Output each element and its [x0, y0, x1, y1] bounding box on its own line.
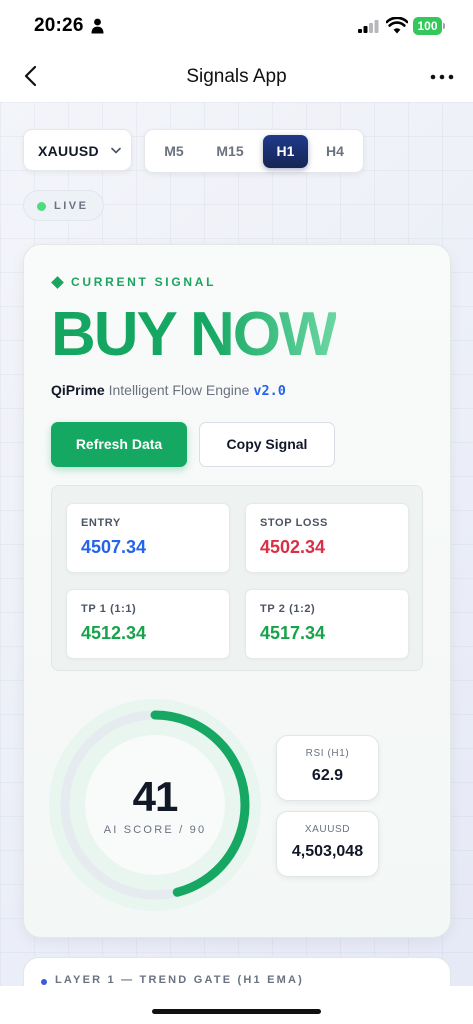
layer-card: LAYER 1 — TREND GATE (H1 EMA): [23, 957, 451, 986]
tab-timeframe-h1[interactable]: H1: [263, 135, 308, 168]
symbol-label: XAUUSD: [38, 143, 99, 159]
level-tile-tp2: TP 2 (1:2) 4517.34: [245, 589, 409, 659]
engine-brand: QiPrime: [51, 382, 105, 398]
signal-eyebrow: CURRENT SIGNAL: [71, 275, 217, 289]
stat-price: XAUUSD 4,503,048: [276, 811, 379, 877]
signal-headline: BUY NOW: [51, 300, 338, 369]
copy-signal-button[interactable]: Copy Signal: [199, 422, 335, 467]
signal-card: CURRENT SIGNAL BUY NOW QiPrime Intellige…: [23, 244, 451, 938]
more-horizontal-icon[interactable]: [430, 74, 454, 80]
status-bar: 20:26 100: [0, 0, 473, 52]
nav-bar: Signals App: [0, 52, 473, 102]
level-value-entry: 4507.34: [81, 537, 147, 557]
person-icon: [91, 18, 104, 34]
home-indicator[interactable]: [152, 1009, 321, 1014]
stat-label: RSI (H1): [305, 748, 350, 759]
live-dot-icon: [37, 202, 46, 211]
level-label: ENTRY: [81, 517, 121, 529]
stat-label: XAUUSD: [304, 824, 351, 835]
refresh-data-button[interactable]: Refresh Data: [51, 422, 187, 467]
engine-name: Intelligent Flow Engine: [108, 382, 250, 398]
engine-line: QiPrime Intelligent Flow Engine v2.0: [51, 382, 286, 399]
page-title: Signals App: [186, 66, 287, 87]
chevron-down-icon: [111, 147, 121, 154]
status-time: 20:26: [34, 15, 84, 36]
levels-panel: ENTRY 4507.34 STOP LOSS 4502.34 TP 1 (1:…: [51, 485, 423, 671]
level-label: TP 1 (1:1): [81, 603, 137, 615]
symbol-select[interactable]: XAUUSD: [23, 129, 132, 171]
level-tile-tp1: TP 1 (1:1) 4512.34: [66, 589, 230, 659]
screen: 20:26 100 Signals App XAUUSD M5 M15 H1 H…: [0, 0, 473, 1024]
level-value-tp2: 4517.34: [260, 623, 326, 643]
ai-score-value: 41: [132, 773, 179, 820]
battery-indicator: 100: [413, 17, 445, 35]
layer-dot-icon: [41, 979, 47, 985]
diamond-icon: [51, 276, 64, 289]
tab-timeframe-m15[interactable]: M15: [203, 135, 257, 168]
live-status-badge: LIVE: [23, 190, 104, 221]
battery-tip: [443, 23, 445, 29]
cellular-signal-icon: [358, 20, 379, 33]
ai-score-caption: AI SCORE / 90: [103, 824, 207, 836]
live-label: LIVE: [54, 200, 89, 212]
level-value-stop-loss: 4502.34: [260, 537, 326, 557]
stat-rsi: RSI (H1) 62.9: [276, 735, 379, 801]
level-label: STOP LOSS: [260, 517, 328, 529]
layer-title: LAYER 1 — TREND GATE (H1 EMA): [55, 974, 304, 986]
level-value-tp1: 4512.34: [81, 623, 147, 643]
level-label: TP 2 (1:2): [260, 603, 316, 615]
level-tile-stop-loss: STOP LOSS 4502.34: [245, 503, 409, 573]
wifi-icon: [386, 17, 408, 34]
stat-value-price: 4,503,048: [291, 843, 364, 860]
stat-value-rsi: 62.9: [311, 767, 344, 784]
ai-score-gauge: 41 AI SCORE / 90: [47, 697, 263, 913]
home-area: [0, 986, 473, 1024]
level-tile-entry: ENTRY 4507.34: [66, 503, 230, 573]
tab-timeframe-h4[interactable]: H4: [312, 135, 358, 168]
battery-level: 100: [413, 17, 442, 35]
tab-timeframe-m5[interactable]: M5: [151, 135, 197, 168]
content-area: XAUUSD M5 M15 H1 H4 LIVE CURRENT SIGNAL …: [0, 102, 473, 986]
engine-version: v2.0: [253, 383, 286, 399]
timeframe-selector: M5 M15 H1 H4: [144, 129, 364, 173]
